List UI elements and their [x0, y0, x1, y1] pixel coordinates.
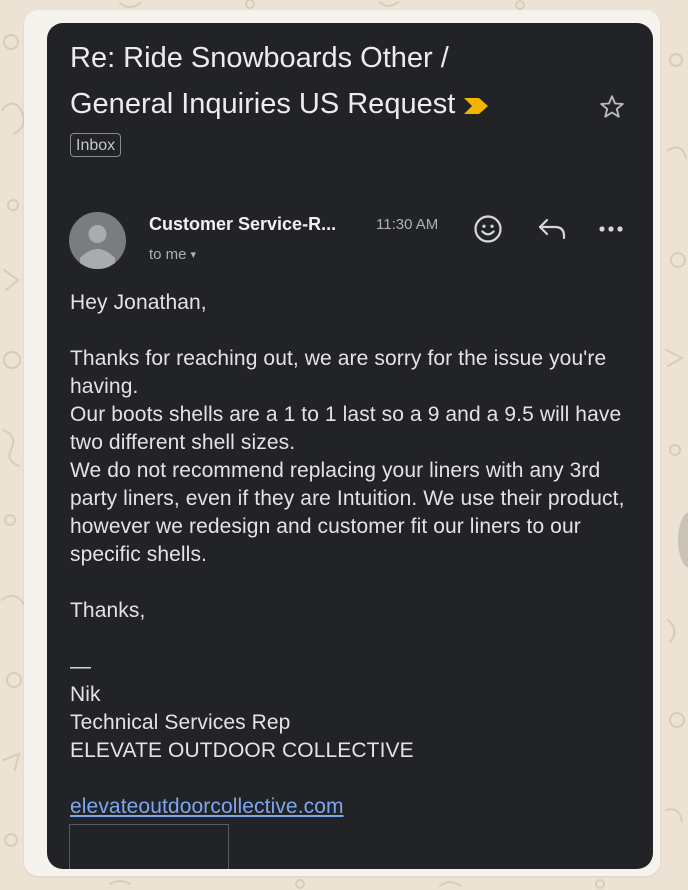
website-link[interactable]: elevateoutdoorcollective.com: [70, 795, 344, 818]
signature-image-placeholder: [69, 824, 229, 869]
signature-name: Nik: [70, 683, 101, 706]
inbox-label-chip[interactable]: Inbox: [70, 133, 122, 157]
more-options-icon[interactable]: [597, 217, 625, 241]
sender-name[interactable]: Customer Service-R...: [149, 213, 336, 235]
sender-avatar[interactable]: [69, 212, 126, 269]
importance-chevron-icon[interactable]: [463, 83, 489, 129]
email-closing: Thanks,: [70, 599, 146, 622]
reply-icon[interactable]: [534, 213, 570, 245]
email-greeting: Hey Jonathan,: [70, 291, 207, 314]
email-screenshot: Re: Ride Snowboards Other / General Inqu…: [47, 23, 653, 869]
email-body: Hey Jonathan, Thanks for reaching out, w…: [70, 289, 630, 821]
email-paragraph: Our boots shells are a 1 to 1 last so a …: [70, 403, 622, 454]
email-subject: Re: Ride Snowboards Other / General Inqu…: [70, 35, 500, 129]
chevron-down-icon: ▾: [190, 249, 197, 261]
recipient-text: to me: [149, 246, 187, 263]
email-paragraph: Thanks for reaching out, we are sorry fo…: [70, 347, 607, 398]
star-icon[interactable]: [598, 93, 626, 121]
signature-title: Technical Services Rep: [70, 711, 291, 734]
recipient-details-toggle[interactable]: to me ▾: [149, 245, 196, 265]
person-icon: [80, 225, 115, 269]
email-paragraph: We do not recommend replacing your liner…: [70, 459, 625, 566]
signature-dash: —: [70, 655, 92, 678]
smiley-icon[interactable]: [471, 212, 505, 246]
email-time: 11:30 AM: [376, 216, 439, 233]
signature-company: ELEVATE OUTDOOR COLLECTIVE: [70, 739, 414, 762]
email-subject-text: Re: Ride Snowboards Other / General Inqu…: [70, 42, 456, 120]
